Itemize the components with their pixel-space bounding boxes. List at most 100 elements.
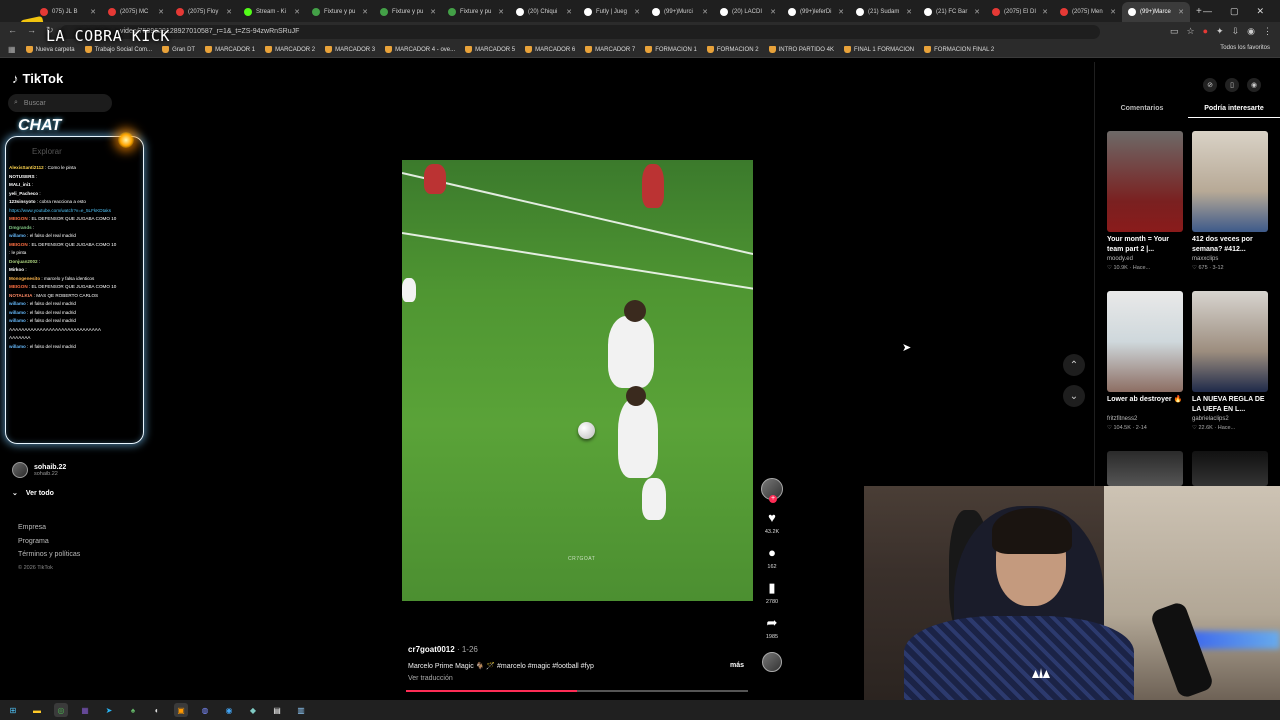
bookmark-item[interactable]: Gran DT: [162, 46, 195, 53]
browser-tab[interactable]: (20) LACDI ✕: [714, 2, 782, 22]
browser-tab[interactable]: (2075) MC ✕: [102, 2, 170, 22]
bookmark-item[interactable]: FORMACION 2: [706, 46, 759, 53]
close-tab-icon[interactable]: ✕: [158, 8, 164, 16]
follow-plus-icon[interactable]: +: [769, 495, 777, 503]
profile-avatar-icon[interactable]: ◉: [1247, 78, 1261, 92]
close-tab-icon[interactable]: ✕: [294, 8, 300, 16]
bookmark-icon[interactable]: ▮: [768, 580, 775, 596]
browser-tab[interactable]: Fixture y pu ✕: [306, 2, 374, 22]
browser-tab[interactable]: Stream - Ki ✕: [238, 2, 306, 22]
footer-link-empresa[interactable]: Empresa: [18, 521, 80, 535]
search-input[interactable]: ⌕ Buscar: [8, 94, 112, 112]
bookmark-item[interactable]: Trabajo Social Com...: [84, 46, 152, 53]
close-tab-icon[interactable]: ✕: [362, 8, 368, 16]
download-icon[interactable]: ⇩: [1232, 26, 1240, 37]
app-grid-icon[interactable]: ▦: [78, 703, 92, 717]
sound-disc-icon[interactable]: [762, 652, 782, 672]
start-icon[interactable]: ⊞: [6, 703, 20, 717]
file-explorer-icon[interactable]: ▬: [30, 703, 44, 717]
browser-tab[interactable]: Fixture y pu ✕: [374, 2, 442, 22]
bookmark-item[interactable]: MARCADOR 4 - ove...: [385, 46, 455, 53]
browser-tab[interactable]: (99+)Murci ✕: [646, 2, 714, 22]
recommended-video-card[interactable]: Your month = Your team part 2 |... moody…: [1107, 131, 1183, 271]
ver-todo-button[interactable]: ⌄ Ver todo: [12, 489, 54, 498]
close-tab-icon[interactable]: ✕: [566, 8, 572, 16]
creator-avatar[interactable]: +: [761, 478, 783, 503]
browser-tab[interactable]: Futly | Jueg ✕: [578, 2, 646, 22]
menu-icon[interactable]: ⋮: [1263, 26, 1272, 37]
recommended-video-card[interactable]: LA NUEVA REGLA DE LA UEFA EN L... gabrie…: [1192, 291, 1268, 431]
maximize-icon[interactable]: ▢: [1230, 6, 1239, 17]
device-icon[interactable]: ▯: [1225, 78, 1239, 92]
bookmark-item[interactable]: MARCADOR 6: [525, 46, 575, 53]
previous-video-button[interactable]: ⌃: [1063, 354, 1085, 376]
forward-icon[interactable]: →: [27, 25, 36, 36]
caption-more-button[interactable]: más: [730, 662, 744, 669]
capcut-icon[interactable]: ▤: [270, 703, 284, 717]
comment-icon[interactable]: ●: [768, 545, 776, 561]
close-tab-icon[interactable]: ✕: [1110, 8, 1116, 16]
settings-icon[interactable]: ⊘: [1203, 78, 1217, 92]
extension-icon[interactable]: ●: [1203, 26, 1208, 37]
save-action[interactable]: ▮ 2780: [766, 580, 778, 605]
browser-tab[interactable]: (2075) Men ✕: [1054, 2, 1122, 22]
browser-tab[interactable]: (21) Sudam ✕: [850, 2, 918, 22]
sidebar-item-explorar[interactable]: Explorar: [32, 147, 62, 156]
author-name[interactable]: cr7goat0012: [408, 645, 455, 654]
close-tab-icon[interactable]: ✕: [702, 8, 708, 16]
bookmark-item[interactable]: MARCADOR 3: [325, 46, 375, 53]
close-tab-icon[interactable]: ✕: [1042, 8, 1048, 16]
bookmark-item[interactable]: MARCADOR 5: [465, 46, 515, 53]
all-bookmarks[interactable]: Todos los favoritos: [1220, 45, 1270, 51]
video-author[interactable]: cr7goat0012 · 1-26: [408, 645, 478, 654]
share-action[interactable]: ➦ 1985: [766, 615, 778, 640]
video-progress-bar[interactable]: [406, 690, 748, 692]
close-tab-icon[interactable]: ✕: [634, 8, 640, 16]
close-tab-icon[interactable]: ✕: [498, 8, 504, 16]
apps-icon[interactable]: ▦: [8, 45, 16, 54]
close-tab-icon[interactable]: ✕: [906, 8, 912, 16]
game-icon[interactable]: ♠: [126, 703, 140, 717]
browser-tab[interactable]: 075) JL B ✕: [34, 2, 102, 22]
chrome-icon[interactable]: ◎: [54, 703, 68, 717]
video-player[interactable]: CR7GOAT: [402, 160, 753, 601]
browser-tab[interactable]: (20) Chiqui ✕: [510, 2, 578, 22]
calculator-icon[interactable]: ▥: [294, 703, 308, 717]
close-tab-icon[interactable]: ✕: [430, 8, 436, 16]
bookmark-item[interactable]: FORMACION 1: [645, 46, 697, 53]
next-video-button[interactable]: ⌄: [1063, 385, 1085, 407]
browser-tab[interactable]: (2075) El DI ✕: [986, 2, 1054, 22]
translate-link[interactable]: Ver traducción: [408, 675, 453, 682]
bookmark-item[interactable]: Nueva carpeta: [25, 46, 75, 53]
video-thumbnail[interactable]: [1192, 451, 1268, 486]
bookmark-item[interactable]: MARCADOR 2: [265, 46, 315, 53]
obs-icon[interactable]: ◐: [150, 703, 164, 717]
video-thumbnail[interactable]: [1107, 451, 1183, 486]
app-icon[interactable]: ◆: [246, 703, 260, 717]
bookmark-item[interactable]: INTRO PARTIDO 4K: [768, 46, 834, 53]
close-tab-icon[interactable]: ✕: [90, 8, 96, 16]
close-tab-icon[interactable]: ✕: [838, 8, 844, 16]
browser-icon[interactable]: ◉: [222, 703, 236, 717]
bookmark-item[interactable]: FINAL 1 FORMACION: [843, 46, 914, 53]
bookmark-item[interactable]: FORMACION FINAL 2: [924, 46, 994, 53]
tab-podria-interesarte[interactable]: Podría interesarte: [1188, 100, 1280, 118]
tiktok-logo[interactable]: ♪ TikTok: [12, 71, 63, 86]
close-tab-icon[interactable]: ✕: [974, 8, 980, 16]
puzzle-icon[interactable]: ✦: [1216, 26, 1224, 37]
followed-account[interactable]: sohaib.22 sohaib.22: [12, 462, 66, 478]
bookmark-item[interactable]: MARCADOR 1: [205, 46, 255, 53]
star-icon[interactable]: ☆: [1187, 26, 1195, 37]
recommended-video-card[interactable]: Lower ab destroyer 🔥 fritzfitness2 ♡ 104…: [1107, 291, 1183, 431]
heart-icon[interactable]: ♥: [768, 510, 776, 526]
footer-link-programa[interactable]: Programa: [18, 535, 80, 549]
close-window-icon[interactable]: ✕: [1256, 6, 1264, 17]
profile-icon[interactable]: ◉: [1247, 26, 1255, 37]
comment-action[interactable]: ● 162: [767, 545, 776, 570]
minimize-icon[interactable]: —: [1203, 6, 1212, 16]
share-icon[interactable]: ➦: [767, 615, 778, 631]
browser-tab[interactable]: (21) FC Bar ✕: [918, 2, 986, 22]
url-input[interactable]: video/7599628128927010587_r=1&_t=ZS-94zw…: [60, 25, 1100, 39]
close-tab-icon[interactable]: ✕: [226, 8, 232, 16]
tab-comentarios[interactable]: Comentarios: [1096, 100, 1188, 118]
